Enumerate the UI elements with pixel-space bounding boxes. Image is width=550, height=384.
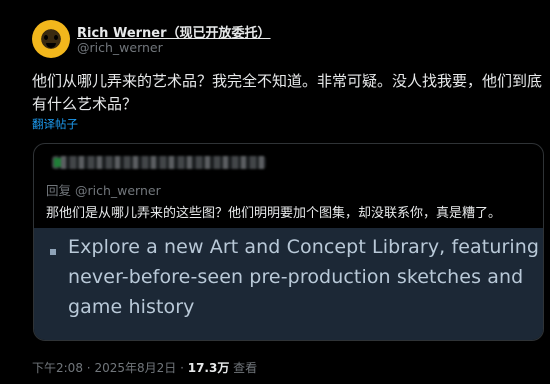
quoted-post[interactable]: 回复 @rich_werner 那他们是从哪儿弄来的这些图？他们明明要加个图集，…	[33, 143, 544, 341]
meta-separator: ·	[180, 361, 184, 375]
image-text-line: never-before-seen pre-production sketche…	[68, 266, 524, 288]
post-text: 他们从哪儿弄来的艺术品？我完全不知道。非常可疑。没人找我要，他们到底有什么艺术品…	[32, 72, 543, 113]
image-text-line: Explore a new Art and Concept Library, f…	[68, 236, 540, 258]
author-display-name[interactable]: Rich Werner（现已开放委托）	[77, 22, 271, 41]
view-count: 17.3万	[187, 361, 230, 375]
views-label: 查看	[233, 361, 258, 375]
reply-to-label: 回复 @rich_werner	[46, 183, 161, 198]
avatar[interactable]	[32, 20, 70, 58]
quoted-image[interactable]: Explore a new Art and Concept Library, f…	[34, 228, 543, 340]
post-date[interactable]: 2025年8月2日	[94, 361, 176, 375]
post: Rich Werner（现已开放委托） @rich_werner 他们从哪儿弄来…	[0, 0, 550, 384]
quoted-post-text: 那他们是从哪儿弄来的这些图？他们明明要加个图集，却没联系你，真是糟了。	[46, 206, 502, 221]
meta-separator: ·	[86, 361, 91, 375]
bullet-icon	[50, 249, 56, 255]
image-text-line: game history	[68, 296, 195, 318]
avatar-eye-icon	[54, 35, 58, 40]
avatar-mouth-icon	[46, 43, 56, 48]
avatar-eye-icon	[44, 35, 48, 40]
post-meta: 下午2:08 · 2025年8月2日 · 17.3万 查看	[32, 359, 257, 376]
blurred-author-line	[52, 156, 266, 169]
translate-post-link[interactable]: 翻译帖子	[32, 116, 78, 132]
avatar-icon	[54, 158, 61, 167]
post-time[interactable]: 下午2:08	[32, 361, 83, 375]
author-handle[interactable]: @rich_werner	[77, 40, 163, 55]
